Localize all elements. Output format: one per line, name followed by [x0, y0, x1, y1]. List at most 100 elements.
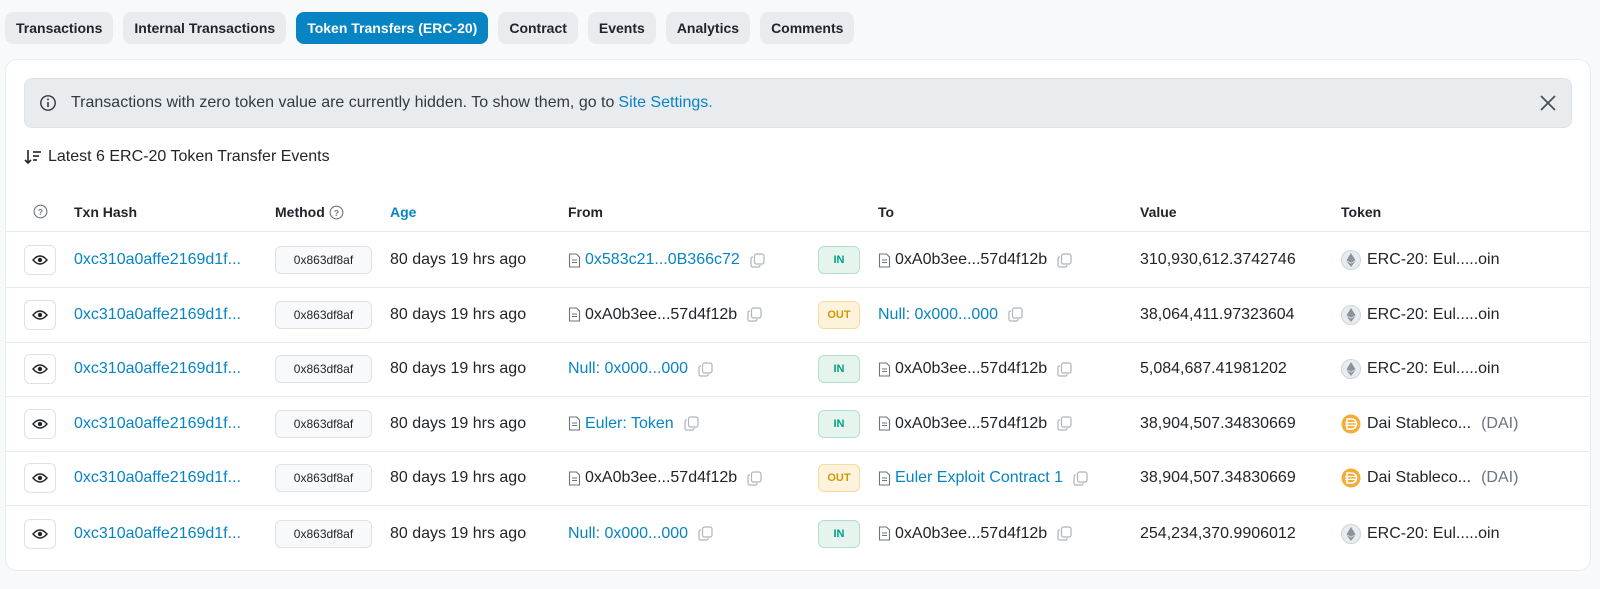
copy-icon[interactable] — [1057, 252, 1072, 268]
token-cell: ERC-20: Eul.....oin — [1341, 250, 1500, 270]
tab-comments[interactable]: Comments — [760, 12, 855, 44]
help-icon[interactable]: ? — [33, 204, 48, 219]
txn-hash-link[interactable]: 0xc310a0affe2169d1f... — [74, 525, 252, 543]
age-text: 80 days 19 hrs ago — [390, 524, 527, 542]
to-address: 0xA0b3ee...57d4f12b — [895, 251, 1048, 268]
method-badge: 0x863df8af — [275, 246, 372, 274]
copy-icon[interactable] — [1073, 471, 1088, 486]
dai-token-icon — [1341, 414, 1361, 434]
token-transfers-card: Transactions with zero token value are c… — [5, 59, 1591, 571]
to-cell: 0xA0b3ee...57d4f12b — [878, 251, 1072, 269]
from-cell: 0x583c21...0B366c72 — [568, 251, 765, 269]
from-address[interactable]: Null: 0x000...000 — [568, 360, 688, 378]
to-cell: Null: 0x000...000 — [878, 306, 1023, 324]
token-link[interactable]: Dai Stableco... — [1367, 415, 1471, 433]
method-help-icon[interactable]: ? — [329, 205, 344, 220]
txn-hash-link[interactable]: 0xc310a0affe2169d1f... — [74, 415, 252, 433]
to-cell: 0xA0b3ee...57d4f12b — [878, 525, 1072, 543]
site-settings-link[interactable]: Site Settings. — [618, 94, 712, 112]
eth-token-icon — [1341, 250, 1361, 270]
preview-eye-button[interactable] — [24, 463, 56, 494]
transfers-heading: Latest 6 ERC-20 Token Transfer Events — [24, 148, 330, 166]
tab-transactions[interactable]: Transactions — [5, 12, 114, 44]
svg-text:?: ? — [334, 207, 339, 217]
from-address[interactable]: Euler: Token — [585, 415, 674, 433]
from-address: 0xA0b3ee...57d4f12b — [585, 469, 738, 487]
token-link[interactable]: ERC-20: Eul.....oin — [1367, 251, 1500, 269]
copy-icon[interactable] — [1057, 362, 1072, 377]
eth-token-icon — [1341, 359, 1361, 380]
token-link[interactable]: ERC-20: Eul.....oin — [1367, 360, 1500, 378]
from-address: 0xA0b3ee...57d4f12b — [585, 305, 738, 323]
heading-text: Latest 6 ERC-20 Token Transfer Events — [48, 148, 330, 165]
contract-doc-icon — [878, 526, 891, 541]
age-text: 80 days 19 hrs ago — [390, 251, 527, 268]
direction-badge: IN — [818, 519, 860, 548]
close-icon[interactable] — [1537, 92, 1559, 114]
to-address: 0xA0b3ee...57d4f12b — [895, 360, 1048, 378]
contract-doc-icon — [568, 252, 581, 268]
to-cell: 0xA0b3ee...57d4f12b — [878, 360, 1072, 378]
contract-doc-icon — [568, 307, 581, 322]
contract-doc-icon — [568, 471, 581, 486]
to-address[interactable]: Null: 0x000...000 — [878, 306, 998, 324]
txn-hash-link[interactable]: 0xc310a0affe2169d1f... — [74, 251, 252, 269]
contract-doc-icon — [878, 416, 891, 431]
table-row: 0xc310a0affe2169d1f... 0x863df8af 80 days … — [6, 506, 1590, 561]
preview-eye-button[interactable] — [24, 354, 56, 385]
col-method: Method ? — [275, 204, 344, 220]
token-link[interactable]: ERC-20: Eul.....oin — [1367, 525, 1500, 543]
to-address[interactable]: Euler Exploit Contract 1 — [895, 469, 1063, 487]
eye-icon — [32, 309, 48, 321]
copy-icon[interactable] — [747, 471, 762, 486]
col-from: From — [568, 204, 603, 220]
col-age[interactable]: Age — [390, 204, 416, 220]
age-text: 80 days 19 hrs ago — [390, 414, 527, 432]
copy-icon[interactable] — [747, 307, 762, 322]
copy-icon[interactable] — [750, 252, 765, 268]
contract-doc-icon — [878, 362, 891, 377]
tab-contract[interactable]: Contract — [498, 12, 578, 44]
value-text: 5,084,687.41981202 — [1140, 360, 1287, 378]
copy-icon[interactable] — [1008, 307, 1023, 322]
zero-value-alert: Transactions with zero token value are c… — [24, 78, 1572, 128]
txn-hash-link[interactable]: 0xc310a0affe2169d1f... — [74, 306, 252, 324]
copy-icon[interactable] — [684, 416, 699, 431]
token-cell: Dai Stableco... (DAI) — [1341, 468, 1518, 488]
preview-eye-button[interactable] — [24, 408, 56, 439]
tab-bar: Transactions Internal Transactions Token… — [5, 12, 855, 44]
table-header: ? Txn Hash Method ? Age From To Value To… — [6, 192, 1590, 232]
age-text: 80 days 19 hrs ago — [390, 469, 527, 487]
preview-eye-button[interactable] — [24, 299, 56, 330]
copy-icon[interactable] — [698, 526, 713, 541]
tab-token-transfers[interactable]: Token Transfers (ERC-20) — [296, 12, 489, 44]
dai-token-icon — [1341, 468, 1361, 488]
copy-icon[interactable] — [1057, 526, 1072, 541]
token-cell: ERC-20: Eul.....oin — [1341, 304, 1500, 325]
from-address[interactable]: 0x583c21...0B366c72 — [585, 251, 740, 269]
col-txn-hash: Txn Hash — [74, 204, 138, 220]
txn-hash-link[interactable]: 0xc310a0affe2169d1f... — [74, 360, 252, 378]
eye-icon — [32, 472, 48, 484]
tab-analytics[interactable]: Analytics — [665, 12, 751, 44]
copy-icon[interactable] — [1057, 416, 1072, 431]
token-link[interactable]: ERC-20: Eul.....oin — [1367, 306, 1500, 324]
preview-eye-button[interactable] — [24, 245, 56, 275]
from-cell: Null: 0x000...000 — [568, 525, 713, 543]
direction-badge: OUT — [818, 464, 860, 493]
direction-badge: IN — [818, 355, 860, 384]
info-icon — [40, 95, 56, 111]
preview-eye-button[interactable] — [24, 518, 56, 549]
tab-events[interactable]: Events — [587, 12, 656, 44]
from-address[interactable]: Null: 0x000...000 — [568, 525, 688, 543]
token-link[interactable]: Dai Stableco... — [1367, 469, 1471, 487]
direction-badge: IN — [818, 409, 860, 438]
tab-internal-transactions[interactable]: Internal Transactions — [123, 12, 287, 44]
txn-hash-link[interactable]: 0xc310a0affe2169d1f... — [74, 469, 252, 487]
eth-token-icon — [1341, 523, 1361, 544]
token-cell: Dai Stableco... (DAI) — [1341, 414, 1518, 434]
to-address: 0xA0b3ee...57d4f12b — [895, 414, 1048, 432]
copy-icon[interactable] — [698, 362, 713, 377]
eye-icon — [32, 363, 48, 375]
method-badge: 0x863df8af — [275, 409, 372, 438]
